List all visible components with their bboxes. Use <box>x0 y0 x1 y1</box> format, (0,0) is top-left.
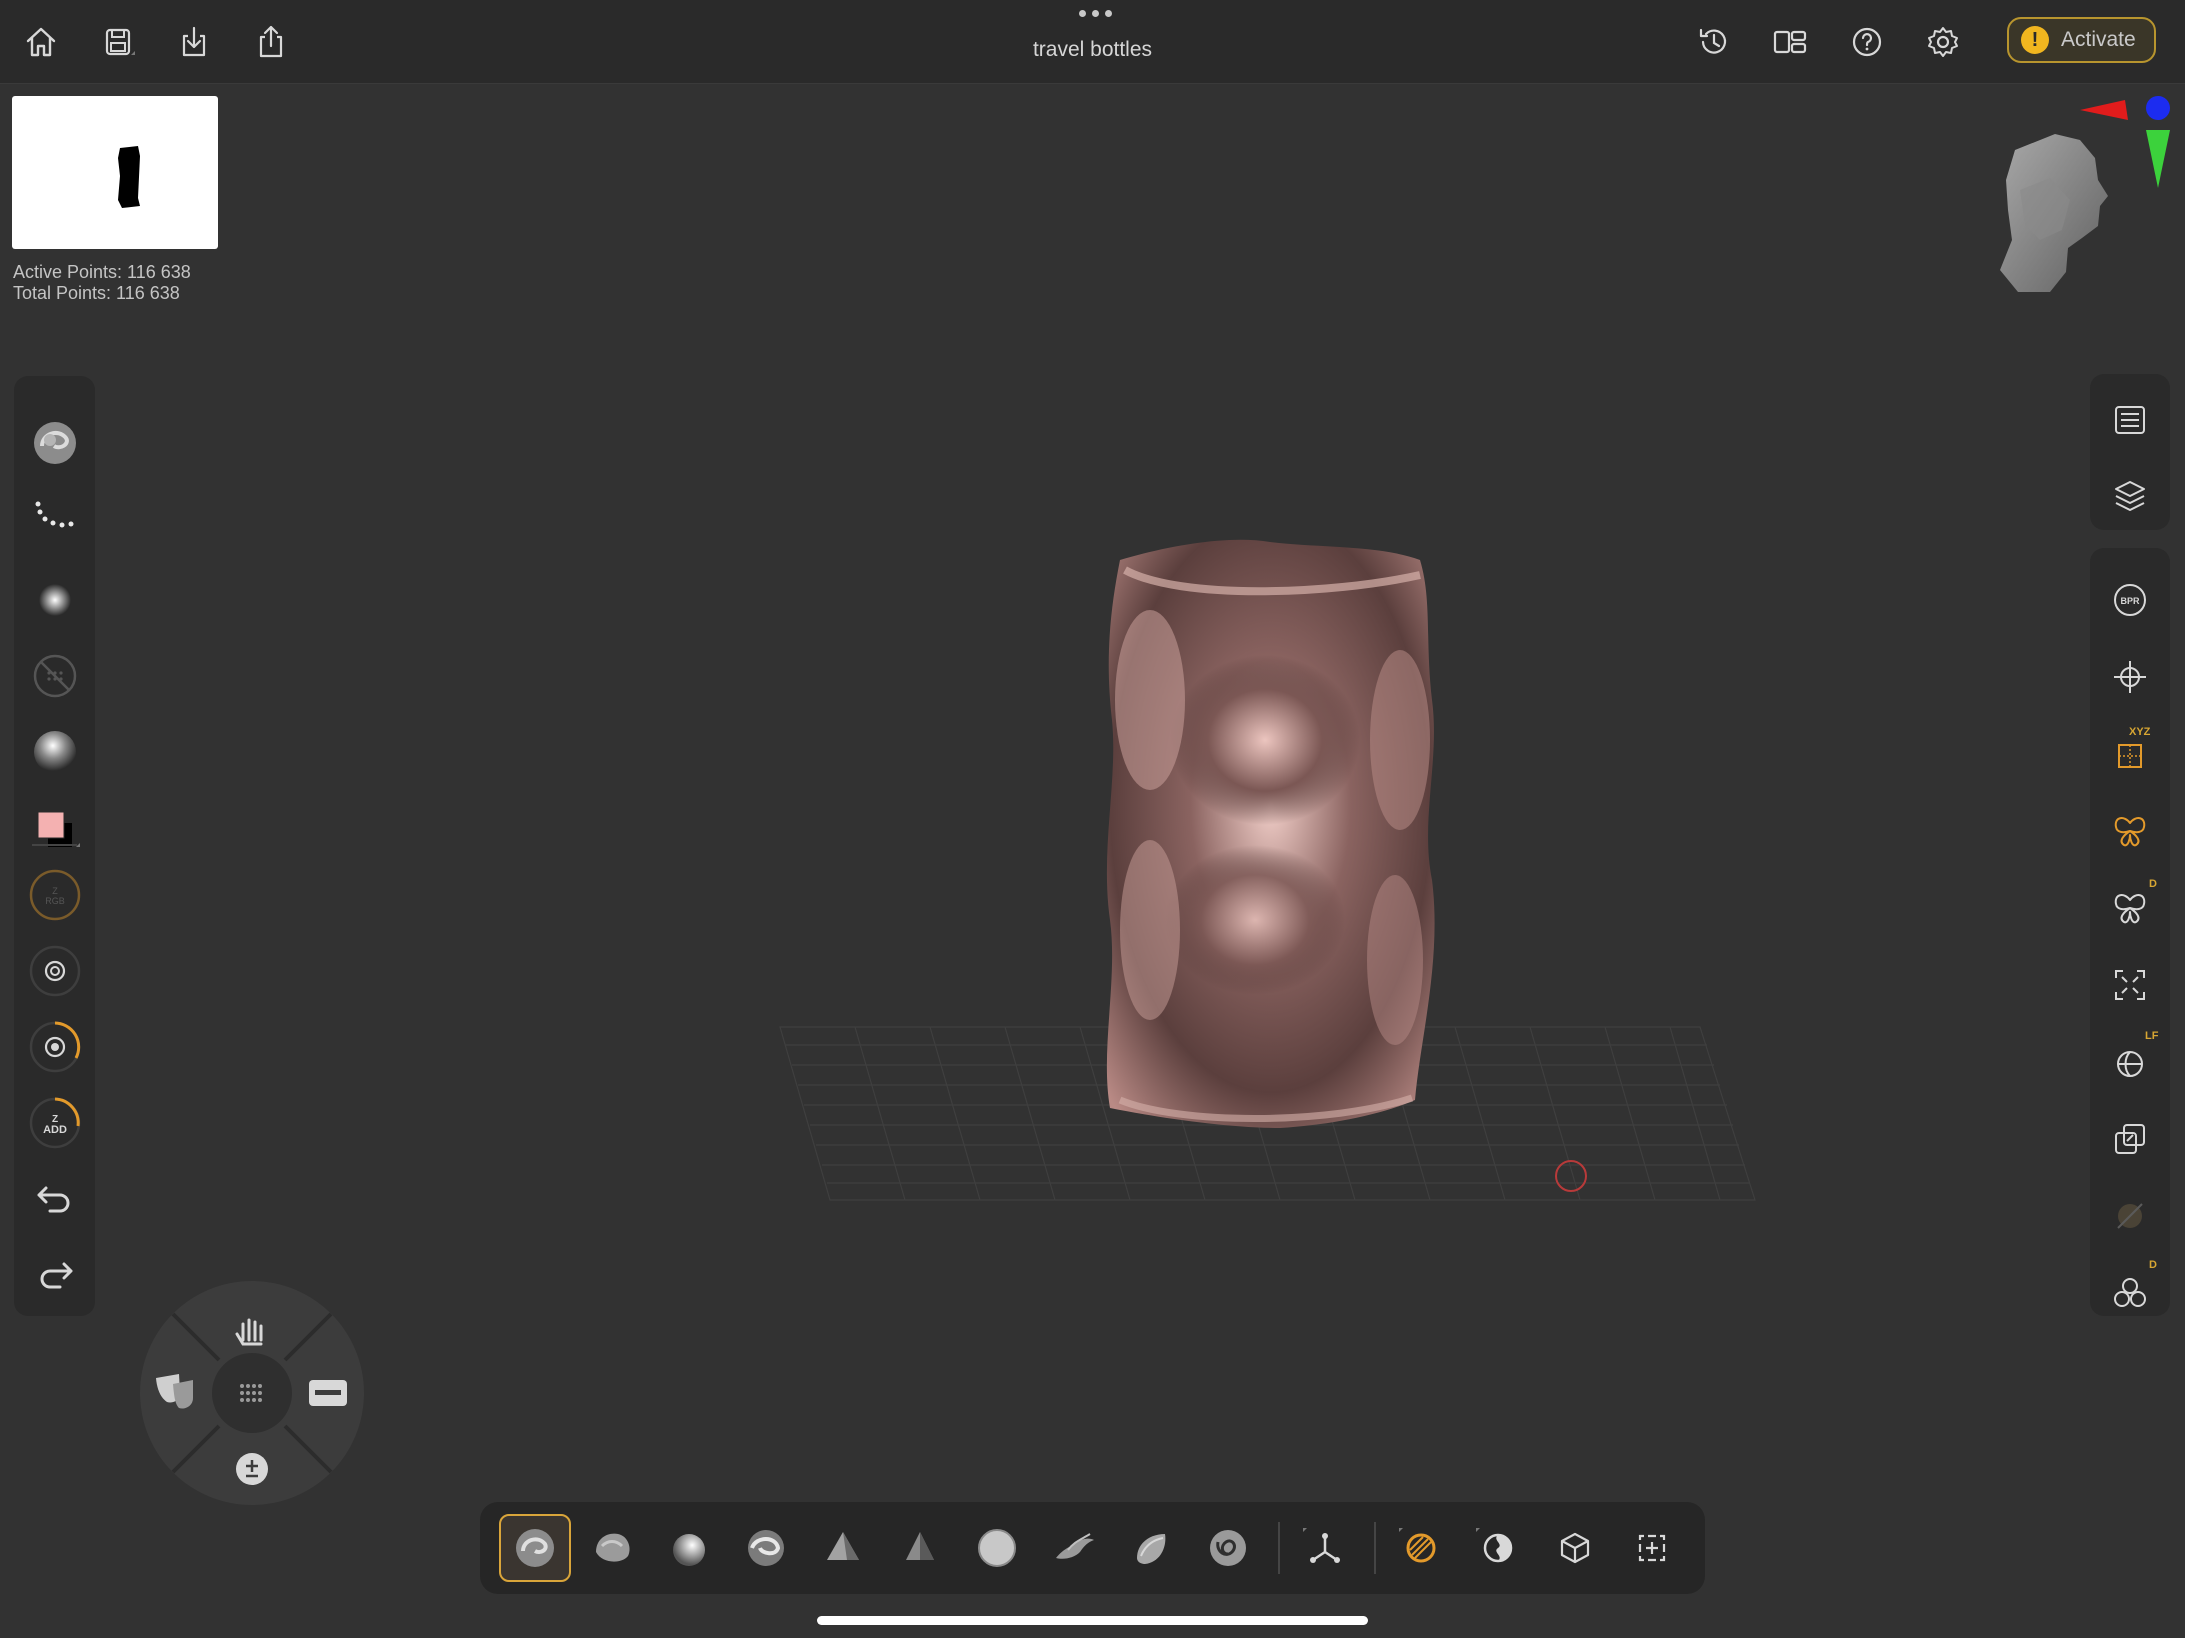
trim-brush[interactable] <box>884 1514 956 1582</box>
clay-brush[interactable] <box>576 1514 648 1582</box>
svg-text:Z: Z <box>52 886 58 896</box>
alpha-icon[interactable] <box>14 567 95 633</box>
mask-icon[interactable] <box>1385 1514 1457 1582</box>
layers-icon[interactable] <box>2090 464 2170 528</box>
save-icon[interactable] <box>96 20 140 64</box>
intensity-dial[interactable]: Z RGB <box>14 862 95 928</box>
hpolish-brush[interactable] <box>1115 1514 1187 1582</box>
inflate-brush[interactable] <box>653 1514 725 1582</box>
frame-icon[interactable] <box>2090 953 2170 1017</box>
list-icon[interactable] <box>2090 388 2170 452</box>
dynamic-symmetry-icon[interactable]: D <box>2090 876 2170 940</box>
bpr-label: BPR <box>2120 596 2140 606</box>
top-bar: travel bottles ! Activate <box>0 0 2185 84</box>
focal-shift-dial[interactable] <box>14 1014 95 1080</box>
redo-icon[interactable] <box>14 1242 95 1308</box>
draw-size-dial[interactable] <box>14 938 95 1004</box>
solo-d-label: D <box>2149 1259 2157 1271</box>
bpr-render-icon[interactable]: BPR <box>2090 568 2170 632</box>
gizmo-move-icon[interactable] <box>2090 645 2170 709</box>
color-swatch[interactable] <box>14 795 95 861</box>
import-icon[interactable] <box>172 20 216 64</box>
active-points-label: Active Points: 116 638 <box>13 262 191 282</box>
select-icon[interactable] <box>1616 1514 1688 1582</box>
move-brush[interactable] <box>730 1514 802 1582</box>
layout-icon[interactable] <box>1768 20 1812 64</box>
undo-icon[interactable] <box>14 1166 95 1232</box>
pinch-brush[interactable] <box>807 1514 879 1582</box>
transpose-icon[interactable] <box>1289 1514 1361 1582</box>
history-icon[interactable] <box>1692 20 1736 64</box>
zadd-toggle[interactable]: Z ADD <box>14 1090 95 1156</box>
lf-label: LF <box>2145 1030 2159 1042</box>
export-icon[interactable] <box>249 20 293 64</box>
lightbox-icon[interactable]: LF <box>2090 1030 2170 1094</box>
polish-icon[interactable] <box>1462 1514 1534 1582</box>
smooth-brush[interactable] <box>961 1514 1033 1582</box>
point-stats: Active Points: 116 638 Total Points: 116… <box>13 262 191 304</box>
right-toolbar-top <box>2090 374 2170 530</box>
plus-minus-icon <box>236 1453 268 1485</box>
material-icon[interactable] <box>14 719 95 785</box>
sculpt-mesh <box>1106 539 1435 1128</box>
document-title: travel bottles <box>1032 38 1153 61</box>
stroke-icon[interactable] <box>14 486 95 552</box>
home-icon[interactable] <box>19 20 63 64</box>
solo-icon[interactable]: D <box>2090 1259 2170 1325</box>
settings-icon[interactable] <box>1921 20 1965 64</box>
zadd-label-add: ADD <box>43 1124 67 1136</box>
document-menu-dots[interactable] <box>1075 10 1115 26</box>
xyz-symmetry-icon[interactable]: XYZ <box>2090 722 2170 786</box>
texture-icon[interactable] <box>14 643 95 709</box>
snakehook-brush[interactable] <box>1038 1514 1110 1582</box>
symmetry-icon[interactable] <box>2090 799 2170 863</box>
left-toolbar: Z RGB Z ADD <box>14 376 95 1316</box>
right-toolbar-bottom: BPR XYZ D LF D <box>2090 548 2170 1316</box>
navigation-gizmo <box>2000 96 2170 292</box>
transparency-icon[interactable] <box>2090 1107 2170 1171</box>
gesture-wheel[interactable] <box>139 1280 365 1506</box>
warning-icon: ! <box>2021 26 2049 54</box>
activate-label: Activate <box>2061 28 2136 51</box>
polyframe-icon[interactable] <box>2090 1184 2170 1248</box>
polygroup-icon[interactable] <box>1539 1514 1611 1582</box>
xyz-label: XYZ <box>2129 726 2151 738</box>
total-points-label: Total Points: 116 638 <box>13 283 180 303</box>
bottom-toolbar <box>480 1502 1705 1594</box>
svg-text:RGB: RGB <box>45 896 65 906</box>
home-indicator[interactable] <box>817 1616 1368 1625</box>
dam-standard-brush[interactable] <box>1192 1514 1264 1582</box>
standard-brush[interactable] <box>499 1514 571 1582</box>
alpha-preview-thumbnail[interactable] <box>12 96 218 249</box>
help-icon[interactable] <box>1845 20 1889 64</box>
brush-icon[interactable] <box>14 410 95 476</box>
keyboard-icon <box>309 1380 347 1406</box>
dynamic-label: D <box>2149 878 2157 890</box>
activate-button[interactable]: ! Activate <box>2007 17 2156 63</box>
